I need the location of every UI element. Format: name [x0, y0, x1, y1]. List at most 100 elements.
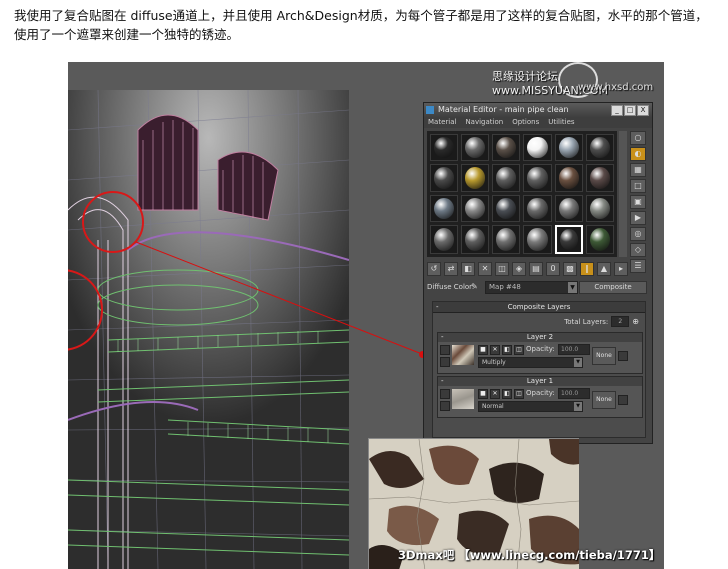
- material-editor-window[interactable]: Material Editor - main pipe clean _ □ X …: [423, 102, 653, 444]
- material-slot[interactable]: [430, 134, 459, 162]
- material-slot[interactable]: [554, 164, 583, 192]
- put-to-scene-icon[interactable]: ⇄: [444, 262, 458, 276]
- blend-mode-select[interactable]: Multiply ▼: [478, 357, 583, 368]
- delete-icon[interactable]: ✕: [490, 345, 500, 355]
- total-layers-value[interactable]: 2: [611, 316, 630, 327]
- chevron-down-icon[interactable]: ▼: [568, 282, 577, 293]
- layer-1: - Layer 1 ■ ✕ ◧ ◫ Opacity: 100.0 Normal ▼ N…: [437, 376, 643, 418]
- show-map-icon[interactable]: ▩: [563, 262, 577, 276]
- chevron-down-icon[interactable]: ▼: [574, 358, 582, 367]
- material-slot[interactable]: [492, 164, 521, 192]
- material-slot[interactable]: [461, 224, 490, 254]
- title-bar[interactable]: Material Editor - main pipe clean _ □ X: [424, 103, 652, 117]
- delete-layer-icon[interactable]: [440, 357, 450, 367]
- material-sphere: [434, 197, 455, 219]
- toggle-icon[interactable]: ■: [478, 389, 488, 399]
- copy-icon[interactable]: ◫: [514, 345, 524, 355]
- material-slot[interactable]: [554, 194, 583, 222]
- map-type-button[interactable]: Composite: [579, 281, 647, 294]
- material-slot[interactable]: [492, 134, 521, 162]
- copy-material-icon[interactable]: ◫: [495, 262, 509, 276]
- material-slot[interactable]: [585, 134, 614, 162]
- menu-utilities[interactable]: Utilities: [548, 117, 574, 128]
- eyedropper-icon[interactable]: ✎: [471, 282, 478, 291]
- assign-material-icon[interactable]: ◧: [461, 262, 475, 276]
- menu-options[interactable]: Options: [512, 117, 539, 128]
- layer-thumbnail[interactable]: [452, 345, 474, 365]
- material-slot[interactable]: [461, 194, 490, 222]
- mask-toggle-icon[interactable]: [618, 351, 628, 361]
- layer-header[interactable]: - Layer 1: [438, 377, 642, 386]
- material-slot[interactable]: [492, 194, 521, 222]
- make-unique-icon[interactable]: ◈: [512, 262, 526, 276]
- opacity-input[interactable]: 100.0: [558, 344, 590, 355]
- options-icon[interactable]: ◎: [630, 227, 646, 241]
- app-icon: [426, 106, 434, 114]
- material-slot[interactable]: [554, 134, 583, 162]
- go-to-parent-icon[interactable]: ▲: [597, 262, 611, 276]
- material-slot[interactable]: [554, 224, 583, 254]
- material-slot[interactable]: [492, 224, 521, 254]
- sample-type-icon[interactable]: ○: [630, 131, 646, 145]
- uv-tiling-icon[interactable]: □: [630, 179, 646, 193]
- material-slot[interactable]: [461, 134, 490, 162]
- material-slot[interactable]: [461, 164, 490, 192]
- menu-navigation[interactable]: Navigation: [465, 117, 503, 128]
- toggle-icon[interactable]: ■: [478, 345, 488, 355]
- material-slot[interactable]: [430, 194, 459, 222]
- material-slot[interactable]: [523, 194, 552, 222]
- visibility-icon[interactable]: [440, 345, 450, 355]
- mask-toggle-icon[interactable]: [618, 395, 628, 405]
- layer-header[interactable]: - Layer 2: [438, 333, 642, 342]
- material-slot[interactable]: [585, 224, 614, 254]
- collapse-icon[interactable]: -: [436, 302, 439, 312]
- composite-layers-rollout[interactable]: - Composite Layers: [433, 302, 645, 313]
- material-slot[interactable]: [430, 224, 459, 254]
- video-check-icon[interactable]: ▣: [630, 195, 646, 209]
- delete-layer-icon[interactable]: [440, 401, 450, 411]
- material-slot[interactable]: [430, 164, 459, 192]
- material-sphere: [527, 227, 548, 251]
- minimize-button[interactable]: _: [611, 105, 623, 116]
- make-preview-icon[interactable]: ▶: [630, 211, 646, 225]
- material-sphere: [434, 167, 455, 189]
- menu-material[interactable]: Material: [428, 117, 456, 128]
- opacity-label: Opacity:: [526, 345, 555, 353]
- viewport-3d[interactable]: [68, 90, 349, 569]
- material-sphere: [527, 137, 548, 159]
- backlight-icon[interactable]: ◐: [630, 147, 646, 161]
- material-id-icon[interactable]: 0: [546, 262, 560, 276]
- close-button[interactable]: X: [637, 105, 649, 116]
- material-slot[interactable]: [523, 164, 552, 192]
- color-correct-icon[interactable]: ◧: [502, 389, 512, 399]
- material-slot[interactable]: [585, 194, 614, 222]
- get-material-icon[interactable]: ↺: [427, 262, 441, 276]
- add-layer-icon[interactable]: ⊕: [632, 317, 639, 326]
- material-sphere: [558, 137, 579, 159]
- maximize-button[interactable]: □: [624, 105, 636, 116]
- map-name-field[interactable]: Map #48 ▼: [485, 281, 578, 294]
- material-slot[interactable]: [523, 224, 552, 254]
- opacity-input[interactable]: 100.0: [558, 388, 590, 399]
- show-end-result-icon[interactable]: ❙: [580, 262, 594, 276]
- reset-icon[interactable]: ✕: [478, 262, 492, 276]
- background-icon[interactable]: ▦: [630, 163, 646, 177]
- layer-thumbnail[interactable]: [452, 389, 474, 409]
- color-correct-icon[interactable]: ◧: [502, 345, 512, 355]
- window-title: Material Editor - main pipe clean: [438, 105, 569, 114]
- material-slot[interactable]: [523, 134, 552, 162]
- diffuse-row: Diffuse Color: ✎ Map #48 ▼ Composite: [427, 281, 649, 295]
- delete-icon[interactable]: ✕: [490, 389, 500, 399]
- window-buttons: _ □ X: [611, 105, 649, 116]
- mask-button[interactable]: None: [592, 391, 616, 409]
- mask-button[interactable]: None: [592, 347, 616, 365]
- select-by-material-icon[interactable]: ◇: [630, 243, 646, 257]
- material-slot[interactable]: [585, 164, 614, 192]
- visibility-icon[interactable]: [440, 389, 450, 399]
- copy-icon[interactable]: ◫: [514, 389, 524, 399]
- slots-scrollbar[interactable]: [619, 131, 627, 257]
- go-forward-icon[interactable]: ▸: [614, 262, 628, 276]
- put-to-library-icon[interactable]: ▤: [529, 262, 543, 276]
- blend-mode-select[interactable]: Normal ▼: [478, 401, 583, 412]
- chevron-down-icon[interactable]: ▼: [574, 402, 582, 411]
